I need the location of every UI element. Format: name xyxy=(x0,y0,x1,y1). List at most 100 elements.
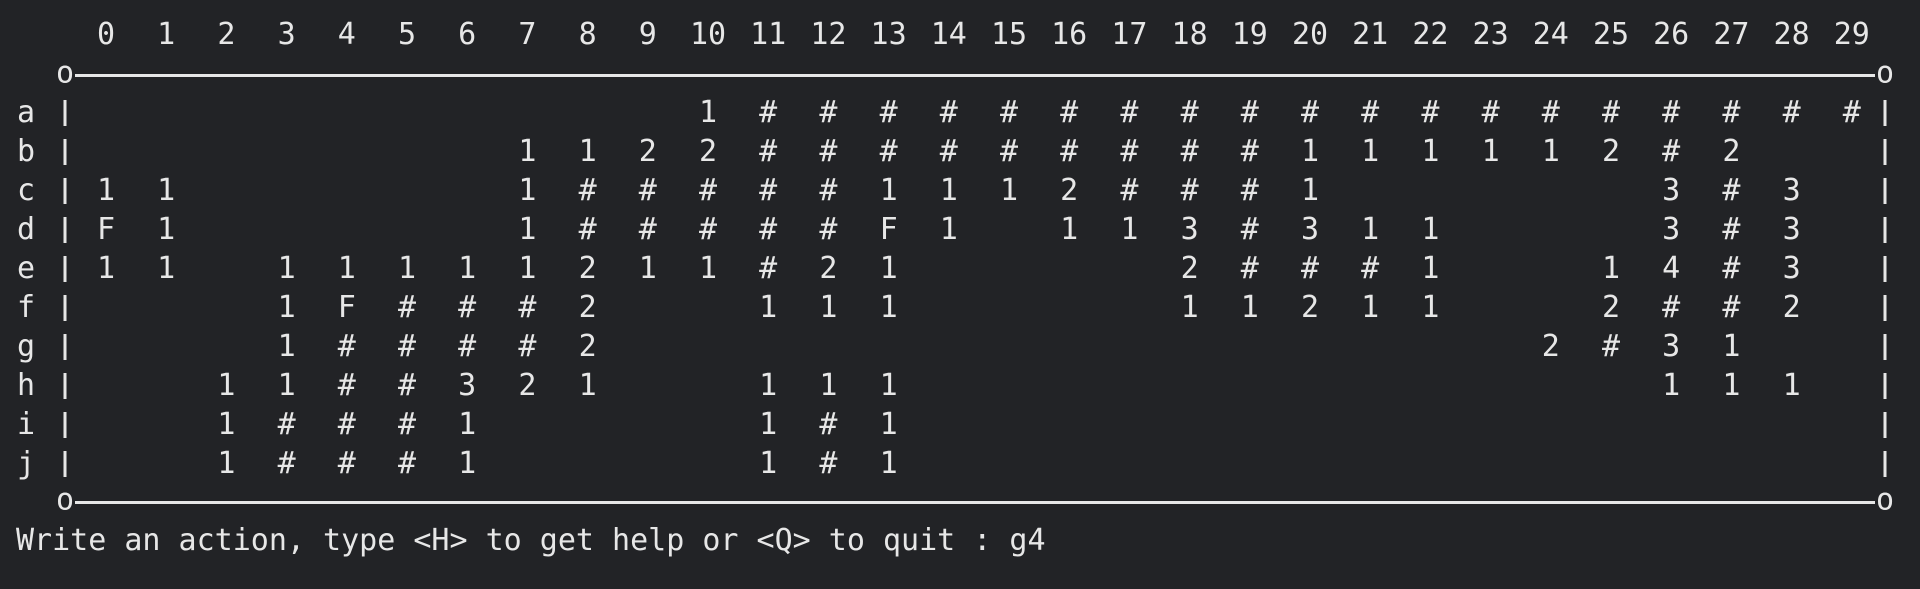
number-cell-h13[interactable]: 1 xyxy=(880,371,898,401)
number-cell-h26[interactable]: 1 xyxy=(1662,371,1680,401)
number-cell-b21[interactable]: 1 xyxy=(1361,137,1379,167)
number-cell-h8[interactable]: 1 xyxy=(579,371,597,401)
covered-cell-c11[interactable]: # xyxy=(759,176,777,206)
number-cell-d22[interactable]: 1 xyxy=(1421,215,1439,245)
covered-cell-c12[interactable]: # xyxy=(819,176,837,206)
number-cell-g8[interactable]: 2 xyxy=(579,332,597,362)
number-cell-b9[interactable]: 2 xyxy=(639,137,657,167)
covered-cell-a23[interactable]: # xyxy=(1482,98,1500,128)
covered-cell-e19[interactable]: # xyxy=(1241,254,1259,284)
number-cell-h12[interactable]: 1 xyxy=(819,371,837,401)
covered-cell-i5[interactable]: # xyxy=(398,410,416,440)
number-cell-c1[interactable]: 1 xyxy=(157,176,175,206)
covered-cell-a13[interactable]: # xyxy=(880,98,898,128)
covered-cell-d9[interactable]: # xyxy=(639,215,657,245)
covered-cell-b11[interactable]: # xyxy=(759,137,777,167)
number-cell-e28[interactable]: 3 xyxy=(1783,254,1801,284)
number-cell-b27[interactable]: 2 xyxy=(1722,137,1740,167)
covered-cell-a11[interactable]: # xyxy=(759,98,777,128)
covered-cell-b16[interactable]: # xyxy=(1060,137,1078,167)
covered-cell-d19[interactable]: # xyxy=(1241,215,1259,245)
covered-cell-c19[interactable]: # xyxy=(1241,176,1259,206)
covered-cell-d10[interactable]: # xyxy=(699,215,717,245)
number-cell-c20[interactable]: 1 xyxy=(1301,176,1319,206)
covered-cell-a14[interactable]: # xyxy=(940,98,958,128)
number-cell-a10[interactable]: 1 xyxy=(699,98,717,128)
covered-cell-f5[interactable]: # xyxy=(398,293,416,323)
number-cell-d14[interactable]: 1 xyxy=(940,215,958,245)
number-cell-e6[interactable]: 1 xyxy=(458,254,476,284)
number-cell-h3[interactable]: 1 xyxy=(278,371,296,401)
covered-cell-b17[interactable]: # xyxy=(1120,137,1138,167)
command-prompt[interactable]: Write an action, type <H> to get help or… xyxy=(16,521,1046,561)
number-cell-b7[interactable]: 1 xyxy=(518,137,536,167)
number-cell-f22[interactable]: 1 xyxy=(1421,293,1439,323)
number-cell-g3[interactable]: 1 xyxy=(278,332,296,362)
covered-cell-c17[interactable]: # xyxy=(1120,176,1138,206)
number-cell-d1[interactable]: 1 xyxy=(157,215,175,245)
covered-cell-c9[interactable]: # xyxy=(639,176,657,206)
covered-cell-e27[interactable]: # xyxy=(1722,254,1740,284)
number-cell-c13[interactable]: 1 xyxy=(880,176,898,206)
number-cell-h7[interactable]: 2 xyxy=(518,371,536,401)
covered-cell-b18[interactable]: # xyxy=(1181,137,1199,167)
covered-cell-a12[interactable]: # xyxy=(819,98,837,128)
covered-cell-c8[interactable]: # xyxy=(579,176,597,206)
covered-cell-a25[interactable]: # xyxy=(1602,98,1620,128)
covered-cell-b15[interactable]: # xyxy=(1000,137,1018,167)
covered-cell-a19[interactable]: # xyxy=(1241,98,1259,128)
number-cell-c15[interactable]: 1 xyxy=(1000,176,1018,206)
covered-cell-g25[interactable]: # xyxy=(1602,332,1620,362)
number-cell-e9[interactable]: 1 xyxy=(639,254,657,284)
flag-cell-d13[interactable]: F xyxy=(880,215,898,245)
number-cell-e26[interactable]: 4 xyxy=(1662,254,1680,284)
covered-cell-d12[interactable]: # xyxy=(819,215,837,245)
covered-cell-g6[interactable]: # xyxy=(458,332,476,362)
covered-cell-g5[interactable]: # xyxy=(398,332,416,362)
number-cell-e5[interactable]: 1 xyxy=(398,254,416,284)
covered-cell-f6[interactable]: # xyxy=(458,293,476,323)
number-cell-d17[interactable]: 1 xyxy=(1120,215,1138,245)
number-cell-d26[interactable]: 3 xyxy=(1662,215,1680,245)
covered-cell-b19[interactable]: # xyxy=(1241,137,1259,167)
covered-cell-b13[interactable]: # xyxy=(880,137,898,167)
number-cell-c0[interactable]: 1 xyxy=(97,176,115,206)
covered-cell-e20[interactable]: # xyxy=(1301,254,1319,284)
number-cell-g26[interactable]: 3 xyxy=(1662,332,1680,362)
covered-cell-a28[interactable]: # xyxy=(1783,98,1801,128)
covered-cell-a26[interactable]: # xyxy=(1662,98,1680,128)
covered-cell-d11[interactable]: # xyxy=(759,215,777,245)
number-cell-j6[interactable]: 1 xyxy=(458,449,476,479)
number-cell-f3[interactable]: 1 xyxy=(278,293,296,323)
covered-cell-d27[interactable]: # xyxy=(1722,215,1740,245)
number-cell-h2[interactable]: 1 xyxy=(217,371,235,401)
covered-cell-b26[interactable]: # xyxy=(1662,137,1680,167)
number-cell-f12[interactable]: 1 xyxy=(819,293,837,323)
number-cell-e25[interactable]: 1 xyxy=(1602,254,1620,284)
covered-cell-h4[interactable]: # xyxy=(338,371,356,401)
number-cell-f28[interactable]: 2 xyxy=(1783,293,1801,323)
number-cell-d28[interactable]: 3 xyxy=(1783,215,1801,245)
covered-cell-f27[interactable]: # xyxy=(1722,293,1740,323)
number-cell-h28[interactable]: 1 xyxy=(1783,371,1801,401)
covered-cell-j3[interactable]: # xyxy=(278,449,296,479)
covered-cell-d8[interactable]: # xyxy=(579,215,597,245)
number-cell-h27[interactable]: 1 xyxy=(1722,371,1740,401)
covered-cell-f7[interactable]: # xyxy=(518,293,536,323)
covered-cell-a22[interactable]: # xyxy=(1421,98,1439,128)
number-cell-h11[interactable]: 1 xyxy=(759,371,777,401)
number-cell-i2[interactable]: 1 xyxy=(217,410,235,440)
covered-cell-g7[interactable]: # xyxy=(518,332,536,362)
number-cell-d18[interactable]: 3 xyxy=(1181,215,1199,245)
number-cell-c7[interactable]: 1 xyxy=(518,176,536,206)
covered-cell-j4[interactable]: # xyxy=(338,449,356,479)
number-cell-f11[interactable]: 1 xyxy=(759,293,777,323)
number-cell-b25[interactable]: 2 xyxy=(1602,137,1620,167)
number-cell-g24[interactable]: 2 xyxy=(1542,332,1560,362)
covered-cell-g4[interactable]: # xyxy=(338,332,356,362)
number-cell-e22[interactable]: 1 xyxy=(1421,254,1439,284)
covered-cell-j12[interactable]: # xyxy=(819,449,837,479)
number-cell-c14[interactable]: 1 xyxy=(940,176,958,206)
covered-cell-b14[interactable]: # xyxy=(940,137,958,167)
number-cell-c16[interactable]: 2 xyxy=(1060,176,1078,206)
